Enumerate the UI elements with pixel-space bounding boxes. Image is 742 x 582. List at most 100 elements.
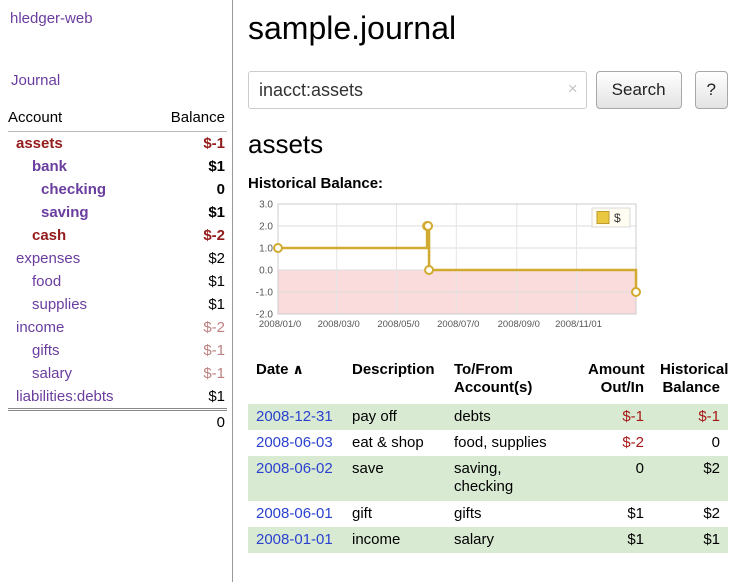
transaction-date-link[interactable]: 2008-01-01 [256, 531, 333, 548]
transaction-date-link[interactable]: 2008-06-02 [256, 460, 333, 477]
search-input[interactable] [248, 71, 587, 109]
account-balance: $-1 [151, 339, 227, 362]
accounts-table: Account Balance assets $-1 bank $1 check… [8, 106, 227, 434]
transaction-description: income [344, 527, 446, 553]
register-row: 2008-12-31 pay off debts $-1 $-1 [248, 404, 728, 430]
transaction-balance: $2 [652, 456, 728, 501]
transaction-balance: $1 [652, 527, 728, 553]
page-title: sample.journal [248, 10, 728, 47]
search-form: × Search ? [248, 71, 728, 109]
account-balance: $2 [151, 247, 227, 270]
register-header-date[interactable]: Date∧ [248, 357, 344, 404]
register-header-description: Description [344, 357, 446, 404]
account-row: food $1 [8, 270, 227, 293]
svg-text:2008/11/01: 2008/11/01 [555, 319, 602, 330]
account-balance: $-2 [151, 224, 227, 247]
register-row: 2008-06-03 eat & shop food, supplies $-2… [248, 430, 728, 456]
sort-asc-icon: ∧ [293, 361, 304, 377]
account-row: assets $-1 [8, 132, 227, 156]
account-balance: 0 [151, 178, 227, 201]
search-button[interactable]: Search [596, 71, 682, 109]
sidebar-account-expenses[interactable]: expenses [16, 250, 80, 267]
transaction-balance: $2 [652, 501, 728, 527]
svg-text:2008/07/0: 2008/07/0 [437, 319, 479, 330]
transaction-description: eat & shop [344, 430, 446, 456]
account-heading: assets [248, 129, 728, 160]
transaction-date-link[interactable]: 2008-06-01 [256, 505, 333, 522]
svg-text:$: $ [614, 211, 621, 225]
account-row: bank $1 [8, 155, 227, 178]
accounts-total: 0 [151, 410, 227, 435]
account-balance: $1 [151, 293, 227, 316]
transaction-balance: $-1 [652, 404, 728, 430]
sidebar: hledger-web Journal Account Balance asse… [0, 0, 233, 582]
account-row: expenses $2 [8, 247, 227, 270]
sidebar-account-checking[interactable]: checking [41, 181, 106, 198]
register-header-accounts: To/From Account(s) [446, 357, 580, 404]
svg-text:2008/01/0: 2008/01/0 [259, 319, 301, 330]
register-table: Date∧ Description To/From Account(s) Amo… [248, 357, 728, 553]
accounts-header-balance: Balance [151, 106, 227, 132]
transaction-amount: 0 [580, 456, 652, 501]
sidebar-item-journal[interactable]: Journal [11, 72, 60, 89]
transaction-amount: $-1 [580, 404, 652, 430]
chart-title: Historical Balance: [248, 175, 728, 192]
help-button[interactable]: ? [695, 71, 728, 109]
transaction-amount: $1 [580, 527, 652, 553]
transaction-accounts: gifts [446, 501, 580, 527]
transaction-accounts: food, supplies [446, 430, 580, 456]
sidebar-account-liabilities-debts[interactable]: liabilities:debts [16, 388, 114, 405]
sidebar-account-assets[interactable]: assets [16, 135, 63, 152]
svg-text:0.0: 0.0 [259, 266, 273, 277]
transaction-description: pay off [344, 404, 446, 430]
sidebar-account-saving[interactable]: saving [41, 204, 89, 221]
svg-text:2008/03/0: 2008/03/0 [318, 319, 360, 330]
sidebar-account-salary[interactable]: salary [32, 365, 72, 382]
brand-link[interactable]: hledger-web [10, 10, 93, 27]
sidebar-account-bank[interactable]: bank [32, 158, 67, 175]
account-row: income $-2 [8, 316, 227, 339]
svg-text:2.0: 2.0 [259, 222, 273, 233]
transaction-date-link[interactable]: 2008-06-03 [256, 434, 333, 451]
sidebar-account-food[interactable]: food [32, 273, 61, 290]
sidebar-account-supplies[interactable]: supplies [32, 296, 87, 313]
account-balance: $1 [151, 270, 227, 293]
account-row: cash $-2 [8, 224, 227, 247]
account-row: supplies $1 [8, 293, 227, 316]
account-row: salary $-1 [8, 362, 227, 385]
sidebar-account-cash[interactable]: cash [32, 227, 66, 244]
transaction-date-link[interactable]: 2008-12-31 [256, 408, 333, 425]
main-content: sample.journal × Search ? assets Histori… [233, 0, 742, 553]
accounts-header-row: Account Balance [8, 106, 227, 132]
account-balance: $-1 [151, 362, 227, 385]
register-row: 2008-06-01 gift gifts $1 $2 [248, 501, 728, 527]
account-row: checking 0 [8, 178, 227, 201]
transaction-amount: $-2 [580, 430, 652, 456]
transaction-description: gift [344, 501, 446, 527]
svg-text:1.0: 1.0 [259, 244, 273, 255]
account-row: saving $1 [8, 201, 227, 224]
svg-text:2008/05/0: 2008/05/0 [377, 319, 419, 330]
sidebar-account-income[interactable]: income [16, 319, 64, 336]
account-balance: $1 [151, 201, 227, 224]
transaction-accounts: saving, checking [446, 456, 580, 501]
register-row: 2008-01-01 income salary $1 $1 [248, 527, 728, 553]
register-header-amount: Amount Out/In [580, 357, 652, 404]
account-row: gifts $-1 [8, 339, 227, 362]
transaction-balance: 0 [652, 430, 728, 456]
transaction-amount: $1 [580, 501, 652, 527]
account-balance: $1 [151, 385, 227, 410]
account-balance: $1 [151, 155, 227, 178]
register-row: 2008-06-02 save saving, checking 0 $2 [248, 456, 728, 501]
transaction-accounts: debts [446, 404, 580, 430]
sidebar-account-gifts[interactable]: gifts [32, 342, 60, 359]
accounts-header-account: Account [8, 106, 151, 132]
transaction-description: save [344, 456, 446, 501]
account-row: liabilities:debts $1 [8, 385, 227, 410]
register-header-row: Date∧ Description To/From Account(s) Amo… [248, 357, 728, 404]
account-balance: $-1 [151, 132, 227, 156]
svg-text:-1.0: -1.0 [256, 288, 274, 299]
clear-search-icon[interactable]: × [568, 79, 578, 99]
transaction-accounts: salary [446, 527, 580, 553]
svg-text:2008/09/0: 2008/09/0 [498, 319, 540, 330]
